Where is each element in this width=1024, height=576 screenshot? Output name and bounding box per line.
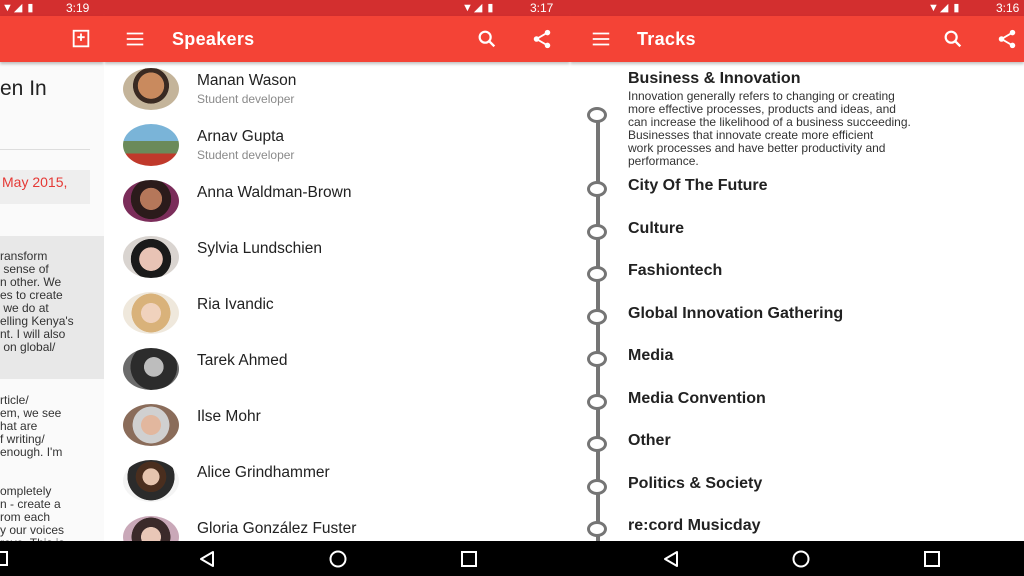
session-title: en In bbox=[0, 77, 47, 100]
speaker-name: Ria Ivandic bbox=[197, 296, 274, 313]
quote-line: on global/ bbox=[0, 340, 56, 354]
speaker-item[interactable]: Ilse Mohr bbox=[104, 398, 570, 454]
timeline-node bbox=[587, 479, 607, 495]
toolbar-title: Speakers bbox=[172, 29, 255, 49]
timeline-node bbox=[587, 436, 607, 452]
session-date: May 2015, bbox=[0, 170, 90, 204]
menu-icon[interactable] bbox=[590, 28, 612, 50]
track-title[interactable]: Fashiontech bbox=[628, 262, 722, 280]
session-detail-panel: ▼◢ ▮ 3:19 en In May 2015, ransform sense… bbox=[0, 0, 104, 576]
status-time: 3:16 bbox=[996, 1, 1020, 15]
status-bar: ▼◢ ▮ 3:16 bbox=[570, 0, 1024, 16]
speaker-subtitle: Student developer bbox=[197, 148, 295, 162]
timeline-node bbox=[587, 351, 607, 367]
share-icon[interactable] bbox=[531, 28, 553, 50]
timeline-node bbox=[587, 521, 607, 537]
speaker-name: Sylvia Lundschien bbox=[197, 240, 322, 257]
timeline-node bbox=[587, 394, 607, 410]
timeline-node bbox=[587, 266, 607, 282]
speakers-panel: ▼◢ ▮ 3:17 Speakers Manan Wason Student d… bbox=[104, 0, 570, 576]
track-title[interactable]: Business & Innovation bbox=[628, 70, 800, 88]
avatar bbox=[123, 180, 179, 222]
tracks-panel: ▼◢ ▮ 3:16 Tracks Business & Innovation I… bbox=[570, 0, 1024, 576]
toolbar: Speakers bbox=[104, 16, 570, 62]
status-time: 3:19 bbox=[66, 1, 90, 15]
search-icon[interactable] bbox=[476, 28, 498, 50]
signal-icons: ▼◢ ▮ bbox=[462, 2, 495, 14]
track-title[interactable]: Politics & Society bbox=[628, 475, 762, 493]
avatar bbox=[123, 460, 179, 502]
speaker-item[interactable]: Sylvia Lundschien bbox=[104, 230, 570, 286]
recents-icon[interactable] bbox=[0, 550, 10, 568]
speaker-item[interactable]: Manan Wason Student developer bbox=[104, 62, 570, 118]
timeline-node bbox=[587, 181, 607, 197]
toolbar: Tracks bbox=[570, 16, 1024, 62]
speaker-name: Gloria González Fuster bbox=[197, 520, 357, 537]
status-bar: ▼◢ ▮ 3:17 bbox=[104, 0, 570, 16]
recents-icon[interactable] bbox=[460, 550, 478, 568]
recents-icon[interactable] bbox=[923, 550, 941, 568]
signal-icons: ▼◢ ▮ bbox=[2, 2, 35, 14]
share-icon[interactable] bbox=[996, 28, 1018, 50]
avatar bbox=[123, 124, 179, 166]
home-icon[interactable] bbox=[328, 550, 348, 568]
search-icon[interactable] bbox=[942, 28, 964, 50]
avatar bbox=[123, 292, 179, 334]
timeline-node bbox=[587, 309, 607, 325]
track-description: Innovation generally refers to changing … bbox=[628, 89, 911, 168]
back-icon[interactable] bbox=[198, 550, 216, 568]
speaker-subtitle: Student developer bbox=[197, 92, 295, 106]
signal-icons: ▼◢ ▮ bbox=[928, 2, 961, 14]
body-line: enough. I'm bbox=[0, 445, 63, 459]
avatar bbox=[123, 404, 179, 446]
speaker-name: Alice Grindhammer bbox=[197, 464, 330, 481]
divider bbox=[0, 149, 90, 150]
bookmark-icon[interactable] bbox=[70, 28, 92, 50]
timeline-line bbox=[596, 113, 600, 541]
avatar bbox=[123, 68, 179, 110]
speaker-item[interactable]: Arnav Gupta Student developer bbox=[104, 118, 570, 174]
toolbar bbox=[0, 16, 104, 62]
timeline-node bbox=[587, 107, 607, 123]
speaker-item[interactable]: Alice Grindhammer bbox=[104, 454, 570, 510]
track-title[interactable]: Other bbox=[628, 432, 671, 450]
timeline-node bbox=[587, 224, 607, 240]
navigation-bar bbox=[0, 541, 1024, 576]
track-title[interactable]: re:cord Musicday bbox=[628, 517, 760, 535]
track-title[interactable]: Media Convention bbox=[628, 390, 766, 408]
menu-icon[interactable] bbox=[124, 28, 146, 50]
avatar bbox=[123, 348, 179, 390]
speaker-name: Anna Waldman-Brown bbox=[197, 184, 352, 201]
speaker-name: Arnav Gupta bbox=[197, 128, 285, 145]
track-title[interactable]: City Of The Future bbox=[628, 177, 768, 195]
speaker-item[interactable]: Tarek Ahmed bbox=[104, 342, 570, 398]
speaker-name: Manan Wason bbox=[197, 72, 297, 89]
speaker-name: Tarek Ahmed bbox=[197, 352, 288, 369]
back-icon[interactable] bbox=[662, 550, 680, 568]
home-icon[interactable] bbox=[791, 550, 811, 568]
status-bar: ▼◢ ▮ 3:19 bbox=[0, 0, 104, 16]
track-title[interactable]: Culture bbox=[628, 220, 684, 238]
speaker-item[interactable]: Ria Ivandic bbox=[104, 286, 570, 342]
track-title[interactable]: Global Innovation Gathering bbox=[628, 305, 843, 323]
speaker-name: Ilse Mohr bbox=[197, 408, 261, 425]
avatar bbox=[123, 236, 179, 278]
track-title[interactable]: Media bbox=[628, 347, 673, 365]
toolbar-title: Tracks bbox=[637, 29, 696, 49]
speaker-item[interactable]: Anna Waldman-Brown bbox=[104, 174, 570, 230]
status-time: 3:17 bbox=[530, 1, 554, 15]
